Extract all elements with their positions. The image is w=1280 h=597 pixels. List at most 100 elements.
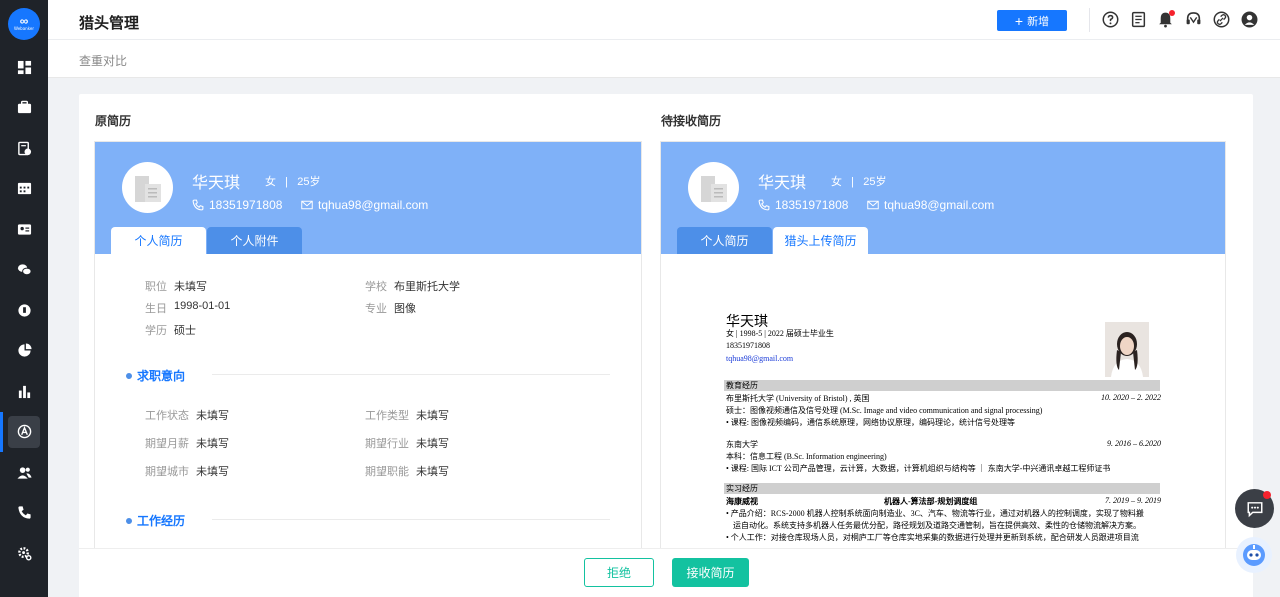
- doc-phone: 18351971808: [726, 341, 770, 350]
- meta-separator: |: [285, 176, 289, 188]
- field-label: 期望城市: [145, 466, 189, 478]
- meta-separator: |: [851, 176, 855, 188]
- field-label: 期望行业: [365, 438, 409, 450]
- app-logo[interactable]: ∞ Webanker: [8, 8, 40, 40]
- doc-intern-company: 海康威视: [726, 497, 758, 506]
- field-value: 未填写: [416, 466, 449, 478]
- field-school: 学校 布里斯托大学: [365, 278, 460, 294]
- profile-header: 华天琪 女 | 25岁 18351971808 tqhua98@gmail.co…: [95, 142, 641, 254]
- document-button[interactable]: [1130, 11, 1147, 28]
- bar-chart-icon: [18, 385, 30, 398]
- tab-personal-resume[interactable]: 个人简历: [111, 227, 206, 254]
- doc-edu2-course: • 课程: 国际 ICT 公司产品管理，云计算，大数据，计算机组织与结构等 ｜ …: [726, 464, 1111, 473]
- sidebar-item-headhunter[interactable]: [0, 411, 48, 453]
- sidebar-item-jobs[interactable]: [0, 88, 48, 129]
- resume-document-preview: 华天琪 女 | 1998-5 | 2022 届硕士毕业生 18351971808…: [724, 302, 1164, 550]
- email-address: tqhua98@gmail.com: [884, 198, 995, 212]
- phone-icon: [758, 199, 770, 211]
- support-button[interactable]: [1185, 11, 1202, 28]
- field-expected-function: 期望职能 未填写: [365, 463, 449, 479]
- breadcrumb[interactable]: 查重对比: [79, 52, 127, 69]
- field-value: 1998-01-01: [174, 300, 231, 312]
- original-resume-title: 原简历: [95, 114, 132, 128]
- logo-infinity-icon: ∞: [19, 14, 29, 28]
- document-icon: [1131, 11, 1146, 28]
- phone-icon: [17, 506, 31, 519]
- doc-intern-date: 7. 2019 – 9. 2019: [1105, 496, 1161, 505]
- email-address: tqhua98@gmail.com: [318, 198, 429, 212]
- field-value: 未填写: [174, 281, 207, 293]
- work-history-title: 工作经历: [137, 514, 186, 528]
- sub-header: 查重对比: [48, 40, 1280, 78]
- notification-button[interactable]: [1157, 10, 1175, 28]
- field-label: 生日: [145, 303, 167, 315]
- field-value: 未填写: [196, 438, 229, 450]
- calendar-icon: [17, 183, 31, 195]
- doc-intern-p1: • 产品介绍：RCS-2000 机器人控制系统面向制造业、3C、汽车、物流等行业…: [726, 509, 1144, 518]
- doc-intern-dept: 机器人-算法部-规划调度组: [884, 497, 978, 506]
- mail-icon: [301, 200, 313, 210]
- document-clock-icon: [17, 141, 31, 156]
- phone-number: 18351971808: [775, 198, 849, 212]
- field-value: 未填写: [416, 438, 449, 450]
- candidate-gender: 女: [265, 176, 276, 188]
- chat-button[interactable]: [1235, 489, 1274, 528]
- reject-button[interactable]: 拒绝: [584, 558, 654, 587]
- tab-headhunter-resume[interactable]: 猎头上传简历: [773, 227, 868, 254]
- field-expected-salary: 期望月薪 未填写: [145, 435, 229, 451]
- doc-edu2-school: 东南大学: [726, 440, 758, 449]
- sidebar-item-reports[interactable]: [0, 371, 48, 412]
- sidebar-item-records[interactable]: [0, 128, 48, 169]
- field-expected-industry: 期望行业 未填写: [365, 435, 449, 451]
- sidebar-item-settings[interactable]: [0, 533, 48, 574]
- sidebar-item-users[interactable]: [0, 452, 48, 493]
- tab-personal-resume[interactable]: 个人简历: [677, 227, 772, 254]
- field-work-type: 工作类型 未填写: [365, 407, 449, 423]
- bullet-dot-icon: [126, 517, 132, 524]
- add-button[interactable]: + 新增: [997, 10, 1067, 31]
- id-card-icon: [17, 224, 31, 235]
- field-value: 未填写: [196, 410, 229, 422]
- avatar: [688, 162, 739, 213]
- sidebar: ∞ Webanker: [0, 0, 48, 597]
- sidebar-item-contacts[interactable]: [0, 209, 48, 250]
- link-icon: [1213, 11, 1230, 28]
- field-work-status: 工作状态 未填写: [145, 407, 229, 423]
- field-label: 学历: [145, 325, 167, 337]
- field-label: 期望职能: [365, 466, 409, 478]
- sidebar-item-analytics[interactable]: [0, 331, 48, 372]
- sidebar-item-wechat[interactable]: [0, 250, 48, 291]
- divider: [212, 519, 610, 520]
- pending-resume-title: 待接收简历: [661, 114, 722, 128]
- field-label: 学校: [365, 281, 387, 293]
- candidate-email: tqhua98@gmail.com: [301, 198, 428, 212]
- avatar-placeholder-icon: [134, 175, 161, 202]
- avatar-placeholder-icon: [700, 175, 727, 202]
- sidebar-item-phone[interactable]: [0, 493, 48, 534]
- field-value: 未填写: [416, 410, 449, 422]
- logo-text: Webanker: [14, 26, 34, 31]
- doc-email: tqhua98@gmail.com: [726, 354, 794, 363]
- toolbar-divider: [1089, 8, 1090, 32]
- add-button-label: 新增: [1027, 15, 1050, 28]
- help-button[interactable]: [1102, 11, 1119, 28]
- user-account-button[interactable]: [1241, 11, 1258, 28]
- field-major: 专业 图像: [365, 300, 416, 316]
- candidate-phone: 18351971808: [192, 198, 282, 212]
- accept-resume-button[interactable]: 接收简历: [672, 558, 749, 587]
- tab-personal-attachment[interactable]: 个人附件: [207, 227, 302, 254]
- field-label: 工作状态: [145, 410, 189, 422]
- plus-icon: +: [1014, 12, 1024, 29]
- sidebar-item-finance[interactable]: [0, 290, 48, 331]
- field-label: 工作类型: [365, 410, 409, 422]
- sidebar-item-calendar[interactable]: [0, 169, 48, 210]
- doc-intern-p2: 运自动化。系统支持多机器人任务最优分配，路径规划及道路交通管制，旨在提供高效、柔…: [733, 521, 1141, 530]
- assistant-robot-button[interactable]: [1236, 537, 1272, 573]
- work-history-heading: 工作经历: [126, 512, 185, 529]
- action-bar: [79, 548, 1253, 597]
- link-button[interactable]: [1213, 11, 1230, 28]
- field-label: 专业: [365, 303, 387, 315]
- candidate-photo: [1105, 322, 1149, 377]
- field-degree: 学历 硕士: [145, 322, 196, 338]
- sidebar-item-dashboard[interactable]: [0, 47, 48, 88]
